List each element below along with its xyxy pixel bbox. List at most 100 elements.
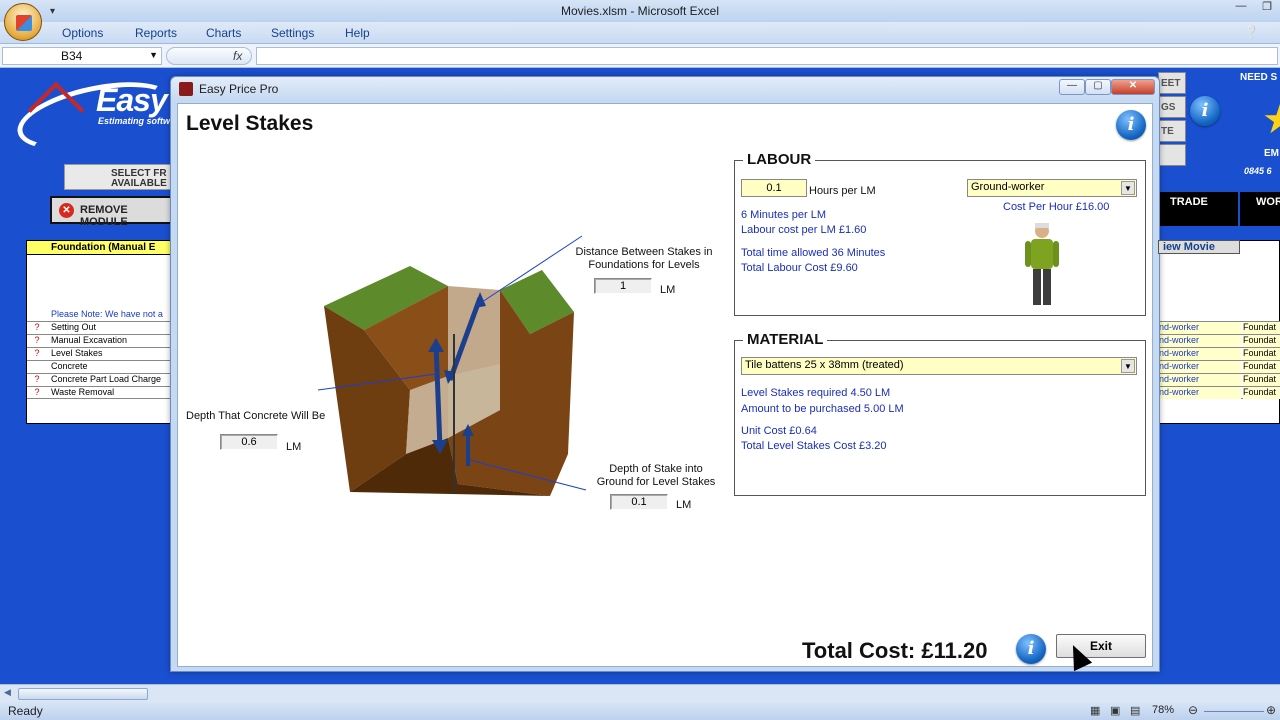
select-module-label: SELECT FR AVAILABLE M bbox=[111, 168, 178, 189]
trade-cell: nd-worker bbox=[1159, 387, 1241, 399]
remove-module-button[interactable]: ✕ REMOVE MODULE bbox=[50, 196, 174, 228]
menu-reports[interactable]: Reports bbox=[135, 26, 177, 40]
labour-title: LABOUR bbox=[743, 151, 816, 168]
stakes-required: Level Stakes required 4.50 LM bbox=[741, 387, 891, 399]
info-icon[interactable]: i bbox=[1190, 96, 1220, 126]
work-cell: Foundat bbox=[1243, 348, 1280, 360]
logo-text: Easy bbox=[96, 82, 168, 118]
name-box[interactable]: B34 ▼ bbox=[2, 47, 162, 65]
work-cell: Foundat bbox=[1243, 374, 1280, 386]
list-item-label: Waste Removal bbox=[51, 387, 115, 397]
view-normal-icon[interactable]: ▦ bbox=[1090, 704, 1100, 717]
distance-input[interactable]: 1 bbox=[594, 278, 652, 294]
info-icon[interactable]: i bbox=[1016, 634, 1046, 664]
worker-select-value: Ground-worker bbox=[971, 181, 1045, 193]
view-movie-button[interactable]: iew Movie bbox=[1158, 240, 1240, 254]
restore-icon[interactable]: ❐ bbox=[1254, 0, 1280, 18]
sheet-side-button[interactable]: EET bbox=[1158, 72, 1186, 94]
view-pagebreak-icon[interactable]: ▤ bbox=[1130, 704, 1140, 717]
zoom-level[interactable]: 78% bbox=[1152, 704, 1174, 716]
list-item[interactable]: ? Setting Out bbox=[27, 321, 173, 334]
help-badge: ? bbox=[34, 335, 40, 345]
window-title: Movies.xlsm - Microsoft Excel bbox=[560, 4, 720, 18]
work-cell: Foundat bbox=[1243, 387, 1280, 399]
list-item-label: Level Stakes bbox=[51, 348, 103, 358]
scrollbar-thumb[interactable] bbox=[18, 688, 148, 700]
worker-avatar bbox=[1025, 223, 1059, 305]
sheet-side-button[interactable]: GS bbox=[1158, 96, 1186, 118]
trade-header: TRADE bbox=[1158, 192, 1238, 226]
minimize-icon[interactable]: — bbox=[1059, 79, 1085, 95]
sheet-side-button[interactable] bbox=[1158, 144, 1186, 166]
trench-diagram bbox=[318, 235, 587, 496]
work-cell: Foundat bbox=[1243, 361, 1280, 373]
material-select-value: Tile battens 25 x 38mm (treated) bbox=[745, 359, 904, 371]
list-item-label: Setting Out bbox=[51, 322, 97, 332]
table-row[interactable]: nd-worker Foundat bbox=[1159, 386, 1280, 399]
list-item[interactable]: Concrete bbox=[27, 360, 173, 373]
excel-title-bar: Movies.xlsm - Microsoft Excel bbox=[0, 0, 1280, 22]
table-row[interactable]: nd-worker Foundat bbox=[1159, 334, 1280, 347]
maximize-icon[interactable]: ▢ bbox=[1085, 79, 1111, 95]
quick-access-toolbar[interactable]: ▾ bbox=[50, 6, 55, 17]
em-text: EM bbox=[1264, 148, 1279, 159]
formula-input[interactable] bbox=[256, 47, 1278, 65]
trade-cell: nd-worker bbox=[1159, 348, 1241, 360]
table-row[interactable]: nd-worker Foundat bbox=[1159, 321, 1280, 334]
remove-module-label: REMOVE MODULE bbox=[80, 204, 128, 228]
cost-per-hour: Cost Per Hour £16.00 bbox=[1003, 201, 1110, 213]
depth-stake-input[interactable]: 0.1 bbox=[610, 494, 668, 510]
hours-input[interactable]: 0.1 bbox=[741, 179, 807, 197]
dialog-title-bar[interactable]: Easy Price Pro — ▢ ✕ bbox=[171, 77, 1159, 101]
help-icon[interactable]: ❔ bbox=[1244, 25, 1259, 39]
worker-leg bbox=[1043, 269, 1051, 305]
trade-cell: nd-worker bbox=[1159, 374, 1241, 386]
depth-stake-unit: LM bbox=[676, 499, 692, 511]
distance-label: Distance Between Stakes in Foundations f… bbox=[575, 246, 713, 271]
zoom-out-icon[interactable]: ⊖ bbox=[1188, 703, 1198, 717]
menu-options[interactable]: Options bbox=[62, 26, 103, 40]
fx-label: fx bbox=[233, 49, 243, 63]
table-row[interactable]: nd-worker Foundat bbox=[1159, 360, 1280, 373]
chevron-down-icon: ▼ bbox=[1121, 359, 1135, 373]
material-select[interactable]: Tile battens 25 x 38mm (treated) ▼ bbox=[741, 357, 1137, 375]
list-item-label: Concrete bbox=[51, 361, 88, 371]
list-item[interactable]: ? Level Stakes bbox=[27, 347, 173, 360]
help-badge: ? bbox=[34, 322, 40, 332]
list-item-label: Manual Excavation bbox=[51, 335, 128, 345]
material-title: MATERIAL bbox=[743, 331, 828, 348]
module-header: Foundation (Manual E bbox=[27, 241, 173, 255]
menu-charts[interactable]: Charts bbox=[206, 26, 241, 40]
zoom-slider[interactable] bbox=[1204, 711, 1264, 712]
labour-cost-per-lm: Labour cost per LM £1.60 bbox=[741, 224, 867, 236]
horizontal-scrollbar[interactable]: ◀ bbox=[0, 684, 1280, 702]
insert-function-button[interactable]: fx bbox=[166, 47, 252, 65]
office-button[interactable] bbox=[4, 3, 42, 41]
view-layout-icon[interactable]: ▣ bbox=[1110, 704, 1120, 717]
distance-unit: LM bbox=[660, 284, 676, 296]
table-row[interactable]: nd-worker Foundat bbox=[1159, 347, 1280, 360]
menu-help[interactable]: Help bbox=[345, 26, 370, 40]
select-module-button[interactable]: SELECT FR AVAILABLE M bbox=[64, 164, 178, 190]
unit-cost: Unit Cost £0.64 bbox=[741, 425, 817, 437]
minimize-icon[interactable]: — bbox=[1228, 0, 1254, 18]
list-item[interactable]: ? Concrete Part Load Charge bbox=[27, 373, 173, 386]
total-labour-cost: Total Labour Cost £9.60 bbox=[741, 262, 858, 274]
page-title: Level Stakes bbox=[186, 112, 314, 135]
depth-concrete-input[interactable]: 0.6 bbox=[220, 434, 278, 450]
status-text: Ready bbox=[8, 704, 43, 718]
dialog-title: Easy Price Pro bbox=[199, 82, 279, 96]
chevron-down-icon: ▼ bbox=[1121, 181, 1135, 195]
sheet-side-button[interactable]: TE bbox=[1158, 120, 1186, 142]
info-icon[interactable]: i bbox=[1116, 110, 1146, 140]
scroll-left-icon[interactable]: ◀ bbox=[4, 687, 11, 698]
zoom-in-icon[interactable]: ⊕ bbox=[1266, 703, 1276, 717]
menu-settings[interactable]: Settings bbox=[271, 26, 314, 40]
info-glyph: i bbox=[1201, 100, 1209, 121]
hours-label: Hours per LM bbox=[809, 185, 876, 197]
list-item[interactable]: ? Waste Removal bbox=[27, 386, 173, 399]
list-item[interactable]: ? Manual Excavation bbox=[27, 334, 173, 347]
table-row[interactable]: nd-worker Foundat bbox=[1159, 373, 1280, 386]
worker-select[interactable]: Ground-worker ▼ bbox=[967, 179, 1137, 197]
close-icon[interactable]: ✕ bbox=[1111, 79, 1155, 95]
